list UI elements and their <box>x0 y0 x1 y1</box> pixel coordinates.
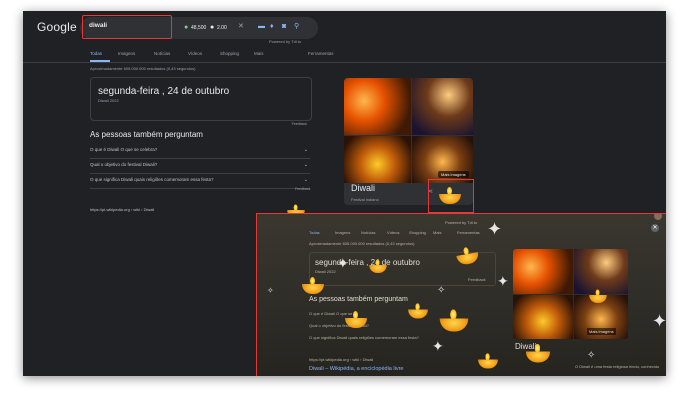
paa-item[interactable]: O que é Diwali O que se celebra? ⌄ <box>90 144 310 159</box>
search-icon[interactable]: ⚲ <box>294 23 299 31</box>
overlay-diya-image-2[interactable] <box>513 295 573 339</box>
paa-question: O que significa Diwali quais religiões c… <box>90 177 214 182</box>
tab-mais[interactable]: Mais <box>254 51 264 56</box>
chevron-down-icon: ⌄ <box>303 162 308 168</box>
diya-icon[interactable] <box>439 187 461 204</box>
lantern-image[interactable] <box>412 78 473 135</box>
browser-screenshot: Google diwali ● 48,500 ● 2.00 ✕ ▬ ♦ ◙ ⚲ … <box>23 11 666 376</box>
overlay-powered: Powered by Tdl.to <box>445 220 478 225</box>
overlay-paa-title: As pessoas também perguntam <box>309 296 408 303</box>
tab-ferramentas[interactable]: Ferramentas <box>308 51 334 56</box>
top-bar: Google diwali ● 48,500 ● 2.00 ✕ ▬ ♦ ◙ ⚲ … <box>23 11 666 45</box>
sparkle-icon: ✦ <box>497 273 509 289</box>
overlay-paa-q1[interactable]: O que é Diwali O que se ... <box>309 311 357 316</box>
paa-item[interactable]: O que significa Diwali quais religiões c… <box>90 174 310 189</box>
overlay-kp-title: Diwali <box>515 342 537 351</box>
overlay-tab-shopping[interactable]: Shopping <box>409 230 426 235</box>
zoomed-overlay: Powered by Tdl.to ✕ Todas Imagens Notíci… <box>256 213 666 376</box>
tab-shopping[interactable]: Shopping <box>220 51 239 56</box>
paa-feedback[interactable]: Feedback <box>295 187 310 191</box>
overlay-diya-image[interactable] <box>513 249 573 294</box>
tab-todas[interactable]: Todas <box>90 51 102 56</box>
overlay-result-link[interactable]: Diwali – Wikipédia, a enciclopédia livre <box>309 366 403 372</box>
keyboard-icon[interactable]: ▬ <box>258 23 265 31</box>
overlay-tab-ferramentas[interactable]: Ferramentas <box>457 230 480 235</box>
extension-icon[interactable]: ● <box>184 24 188 32</box>
divider <box>23 62 666 63</box>
diya-image-1[interactable] <box>344 78 411 135</box>
overlay-kp-text: O Diwali é uma festa religiosa hindu, co… <box>575 364 660 369</box>
tab-videos[interactable]: Vídeos <box>188 51 202 56</box>
sparkle-icon: ✧ <box>437 285 446 296</box>
overlay-knowledge-images[interactable] <box>513 249 628 339</box>
chevron-down-icon: ⌄ <box>303 177 308 183</box>
overlay-stats: Aproximadamente 605.000.000 resultados (… <box>309 241 415 246</box>
overlay-tab-mais[interactable]: Mais <box>433 230 441 235</box>
date-main: segunda-feira , 24 de outubro <box>98 86 230 97</box>
count-b: 2.00 <box>217 25 227 31</box>
overlay-date-sub: Diwali 2022 <box>315 269 336 274</box>
overlay-tab-noticias[interactable]: Notícias <box>361 230 375 235</box>
overlay-result-url[interactable]: https://pt.wikipedia.org › wiki › Diwali <box>309 357 373 362</box>
kp-title: Diwali <box>351 183 376 193</box>
sparkle-icon: ✦ <box>337 255 349 271</box>
search-input[interactable]: diwali <box>89 22 107 29</box>
diya-easter-egg-highlight <box>428 179 474 213</box>
result-url[interactable]: https://pt.wikipedia.org › wiki › Diwali <box>90 207 154 212</box>
feedback-link[interactable]: Feedback <box>292 122 307 126</box>
date-card: segunda-feira , 24 de outubro Diwali 202… <box>90 77 312 126</box>
tab-imagens[interactable]: Imagens <box>118 51 135 56</box>
sparkle-icon: ✦ <box>652 311 666 331</box>
mic-icon[interactable]: ♦ <box>270 23 274 31</box>
tab-noticias[interactable]: Notícias <box>154 51 170 56</box>
paa-question: Qual o objetivo do festival Diwali? <box>90 162 158 167</box>
google-logo[interactable]: Google <box>37 20 77 34</box>
search-bar[interactable]: diwali ● 48,500 ● 2.00 ✕ ▬ ♦ ◙ ⚲ <box>80 15 318 39</box>
result-stats: Aproximadamente 605.000.000 resultados (… <box>90 66 196 71</box>
count-a: 48,500 <box>191 25 207 31</box>
sparkle-icon: ✦ <box>432 338 444 354</box>
info-icon[interactable]: ● <box>210 24 214 32</box>
sparkle-icon: ✧ <box>267 286 274 295</box>
chevron-down-icon: ⌄ <box>303 147 308 153</box>
overlay-tab-todas[interactable]: Todas <box>309 230 320 235</box>
overlay-lantern-image[interactable] <box>574 249 628 294</box>
overlay-tab-imagens[interactable]: Imagens <box>335 230 350 235</box>
sparkle-icon: ✦ <box>487 219 503 239</box>
overlay-date-main: segunda-feira , 24 de outubro <box>315 258 420 267</box>
overlay-paa-q3[interactable]: O que significa Diwali quais religiões c… <box>309 335 419 340</box>
diya-image-2[interactable] <box>344 136 411 183</box>
close-icon[interactable]: ✕ <box>651 224 659 232</box>
kp-subtitle: Festival indiano <box>351 197 379 202</box>
paa-question: O que é Diwali O que se celebra? <box>90 147 158 152</box>
overlay-tab-videos[interactable]: Vídeos <box>387 230 399 235</box>
overlay-more-images[interactable]: Mais imagens <box>587 328 616 335</box>
paa-item[interactable]: Qual o objetivo do festival Diwali? ⌄ <box>90 159 310 174</box>
date-sub: Diwali 2022 <box>98 98 119 103</box>
overlay-feedback[interactable]: Feedback <box>468 277 486 282</box>
sparkle-icon: ✧ <box>587 350 596 361</box>
lens-icon[interactable]: ◙ <box>282 23 286 31</box>
powered-by: Powered by Tdl.to <box>269 39 302 44</box>
paa-title: As pessoas também perguntam <box>90 130 203 139</box>
close-icon[interactable]: ✕ <box>238 23 244 31</box>
more-images-button[interactable]: Mais imagens <box>438 171 469 178</box>
